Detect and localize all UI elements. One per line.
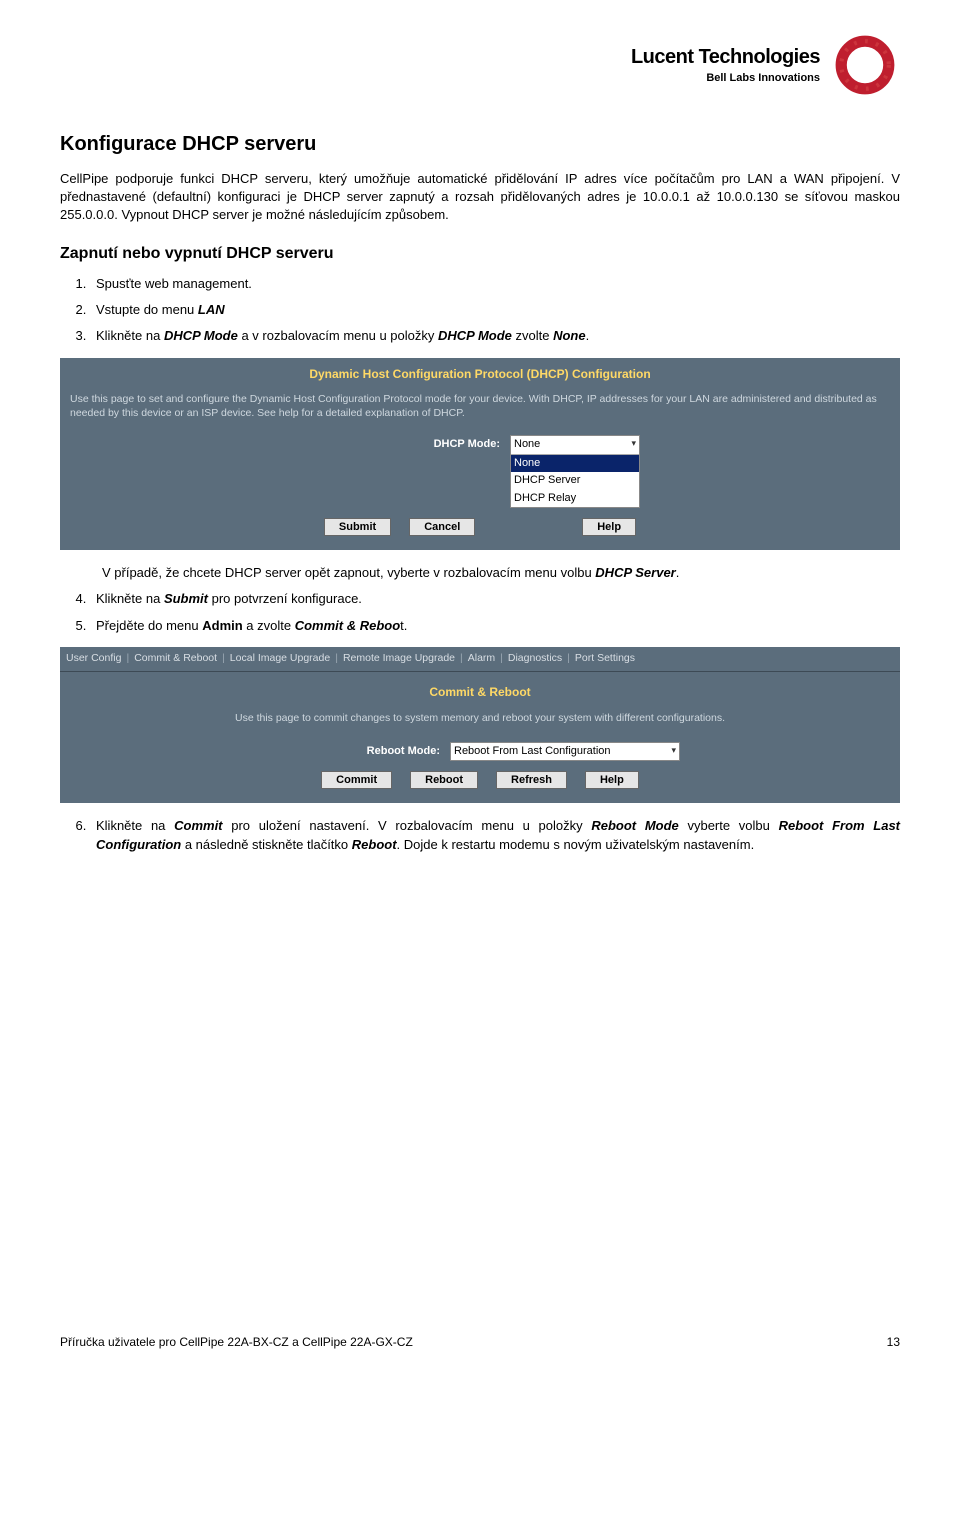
brand-name: Lucent Technologies	[631, 43, 820, 71]
step-2-em: LAN	[198, 302, 225, 317]
intro-paragraph: CellPipe podporuje funkci DHCP serveru, …	[60, 170, 900, 225]
step-5: Přejděte do menu Admin a zvolte Commit &…	[90, 617, 900, 635]
reboot-mode-label: Reboot Mode:	[280, 742, 440, 759]
tab-diagnostics[interactable]: Diagnostics	[508, 651, 562, 666]
help-button-2[interactable]: Help	[585, 771, 639, 789]
step-4-pre: Klikněte na	[96, 591, 164, 606]
step-5-suf: t.	[400, 618, 407, 633]
dhcp-button-row: Submit Cancel Refresh Help	[70, 518, 890, 536]
step-3-mid2: zvolte	[512, 328, 553, 343]
step-3-suf: .	[586, 328, 590, 343]
commit-panel-title: Commit & Reboot	[60, 684, 900, 701]
under-panel-note: V případě, že chcete DHCP server opět za…	[102, 564, 900, 582]
brand-subtitle: Bell Labs Innovations	[631, 71, 820, 86]
under-panel-pre: V případě, že chcete DHCP server opět za…	[102, 565, 595, 580]
step-6-pre: Klikněte na	[96, 818, 174, 833]
dhcp-option-server[interactable]: DHCP Server	[511, 472, 639, 489]
page-footer: Příručka uživatele pro CellPipe 22A-BX-C…	[60, 1334, 900, 1351]
step-3-em3: None	[553, 328, 586, 343]
step-6-em4: Reboot	[352, 837, 397, 852]
step-3-em2: DHCP Mode	[438, 328, 512, 343]
step-3-pre: Klikněte na	[96, 328, 164, 343]
step-6: Klikněte na Commit pro uložení nastavení…	[90, 817, 900, 853]
refresh-button[interactable]: Refresh	[496, 771, 567, 789]
step-3-mid: a v rozbalovacím menu u položky	[238, 328, 438, 343]
admin-tabs: User Config| Commit & Reboot| Local Imag…	[60, 647, 900, 673]
brand-logo-icon	[830, 30, 900, 100]
dhcp-mode-options: None DHCP Server DHCP Relay	[511, 454, 639, 507]
step-5-em1: Admin	[202, 618, 242, 633]
brand-text-block: Lucent Technologies Bell Labs Innovation…	[631, 43, 820, 86]
step-list-a: Spusťte web management. Vstupte do menu …	[90, 275, 900, 346]
step-2: Vstupte do menu LAN	[90, 301, 900, 319]
commit-button-row: Commit Reboot Refresh Help	[60, 771, 900, 789]
step-6-mid1: pro uložení nastavení. V rozbalovacím me…	[223, 818, 592, 833]
dhcp-mode-row: DHCP Mode: None None DHCP Server DHCP Re…	[70, 435, 890, 509]
dhcp-mode-select[interactable]: None None DHCP Server DHCP Relay	[510, 435, 640, 509]
commit-button[interactable]: Commit	[321, 771, 392, 789]
page-number: 13	[887, 1334, 900, 1351]
page-title: Konfigurace DHCP serveru	[60, 130, 900, 158]
step-6-mid3: a následně stiskněte tlačítko	[181, 837, 352, 852]
step-2-pre: Vstupte do menu	[96, 302, 198, 317]
reboot-mode-selected: Reboot From Last Configuration	[454, 744, 611, 759]
tab-local-image[interactable]: Local Image Upgrade	[230, 651, 330, 666]
step-4: Klikněte na Submit pro potvrzení konfigu…	[90, 590, 900, 608]
dhcp-config-panel: Dynamic Host Configuration Protocol (DHC…	[60, 358, 900, 551]
commit-reboot-panel: User Config| Commit & Reboot| Local Imag…	[60, 647, 900, 804]
page-header: Lucent Technologies Bell Labs Innovation…	[60, 30, 900, 100]
under-panel-suf: .	[676, 565, 680, 580]
step-4-suf: pro potvrzení konfigurace.	[208, 591, 362, 606]
step-6-em2: Reboot Mode	[591, 818, 678, 833]
step-5-mid: a zvolte	[243, 618, 295, 633]
dhcp-mode-label: DHCP Mode:	[320, 435, 500, 452]
step-6-em1: Commit	[174, 818, 222, 833]
dhcp-option-none[interactable]: None	[511, 455, 639, 472]
step-5-em2: Commit & Reboo	[295, 618, 400, 633]
step-1-text: Spusťte web management.	[96, 276, 252, 291]
submit-button[interactable]: Submit	[324, 518, 391, 536]
tab-commit-reboot[interactable]: Commit & Reboot	[134, 651, 217, 666]
dhcp-panel-title: Dynamic Host Configuration Protocol (DHC…	[70, 366, 890, 383]
reboot-mode-row: Reboot Mode: Reboot From Last Configurat…	[60, 742, 900, 761]
step-4-em: Submit	[164, 591, 208, 606]
dhcp-panel-desc: Use this page to set and configure the D…	[70, 392, 890, 420]
step-list-b: Klikněte na Submit pro potvrzení konfigu…	[90, 590, 900, 634]
section-title-dhcp: Zapnutí nebo vypnutí DHCP serveru	[60, 243, 900, 265]
tab-alarm[interactable]: Alarm	[468, 651, 495, 666]
step-1: Spusťte web management.	[90, 275, 900, 293]
footer-text: Příručka uživatele pro CellPipe 22A-BX-C…	[60, 1334, 413, 1351]
help-button[interactable]: Help	[582, 518, 636, 536]
commit-panel-desc: Use this page to commit changes to syste…	[60, 711, 900, 726]
step-6-suf: . Dojde k restartu modemu s novým uživat…	[397, 837, 755, 852]
reboot-mode-select[interactable]: Reboot From Last Configuration	[450, 742, 680, 761]
under-panel-em: DHCP Server	[595, 565, 675, 580]
step-list-c: Klikněte na Commit pro uložení nastavení…	[90, 817, 900, 853]
dhcp-mode-selected[interactable]: None	[511, 436, 639, 454]
tab-port-settings[interactable]: Port Settings	[575, 651, 635, 666]
tab-remote-image[interactable]: Remote Image Upgrade	[343, 651, 455, 666]
tab-user-config[interactable]: User Config	[66, 651, 121, 666]
step-3: Klikněte na DHCP Mode a v rozbalovacím m…	[90, 327, 900, 345]
step-5-pre: Přejděte do menu	[96, 618, 202, 633]
cancel-button[interactable]: Cancel	[409, 518, 475, 536]
step-3-em1: DHCP Mode	[164, 328, 238, 343]
reboot-button[interactable]: Reboot	[410, 771, 478, 789]
step-6-mid2: vyberte volbu	[679, 818, 779, 833]
dhcp-option-relay[interactable]: DHCP Relay	[511, 490, 639, 507]
